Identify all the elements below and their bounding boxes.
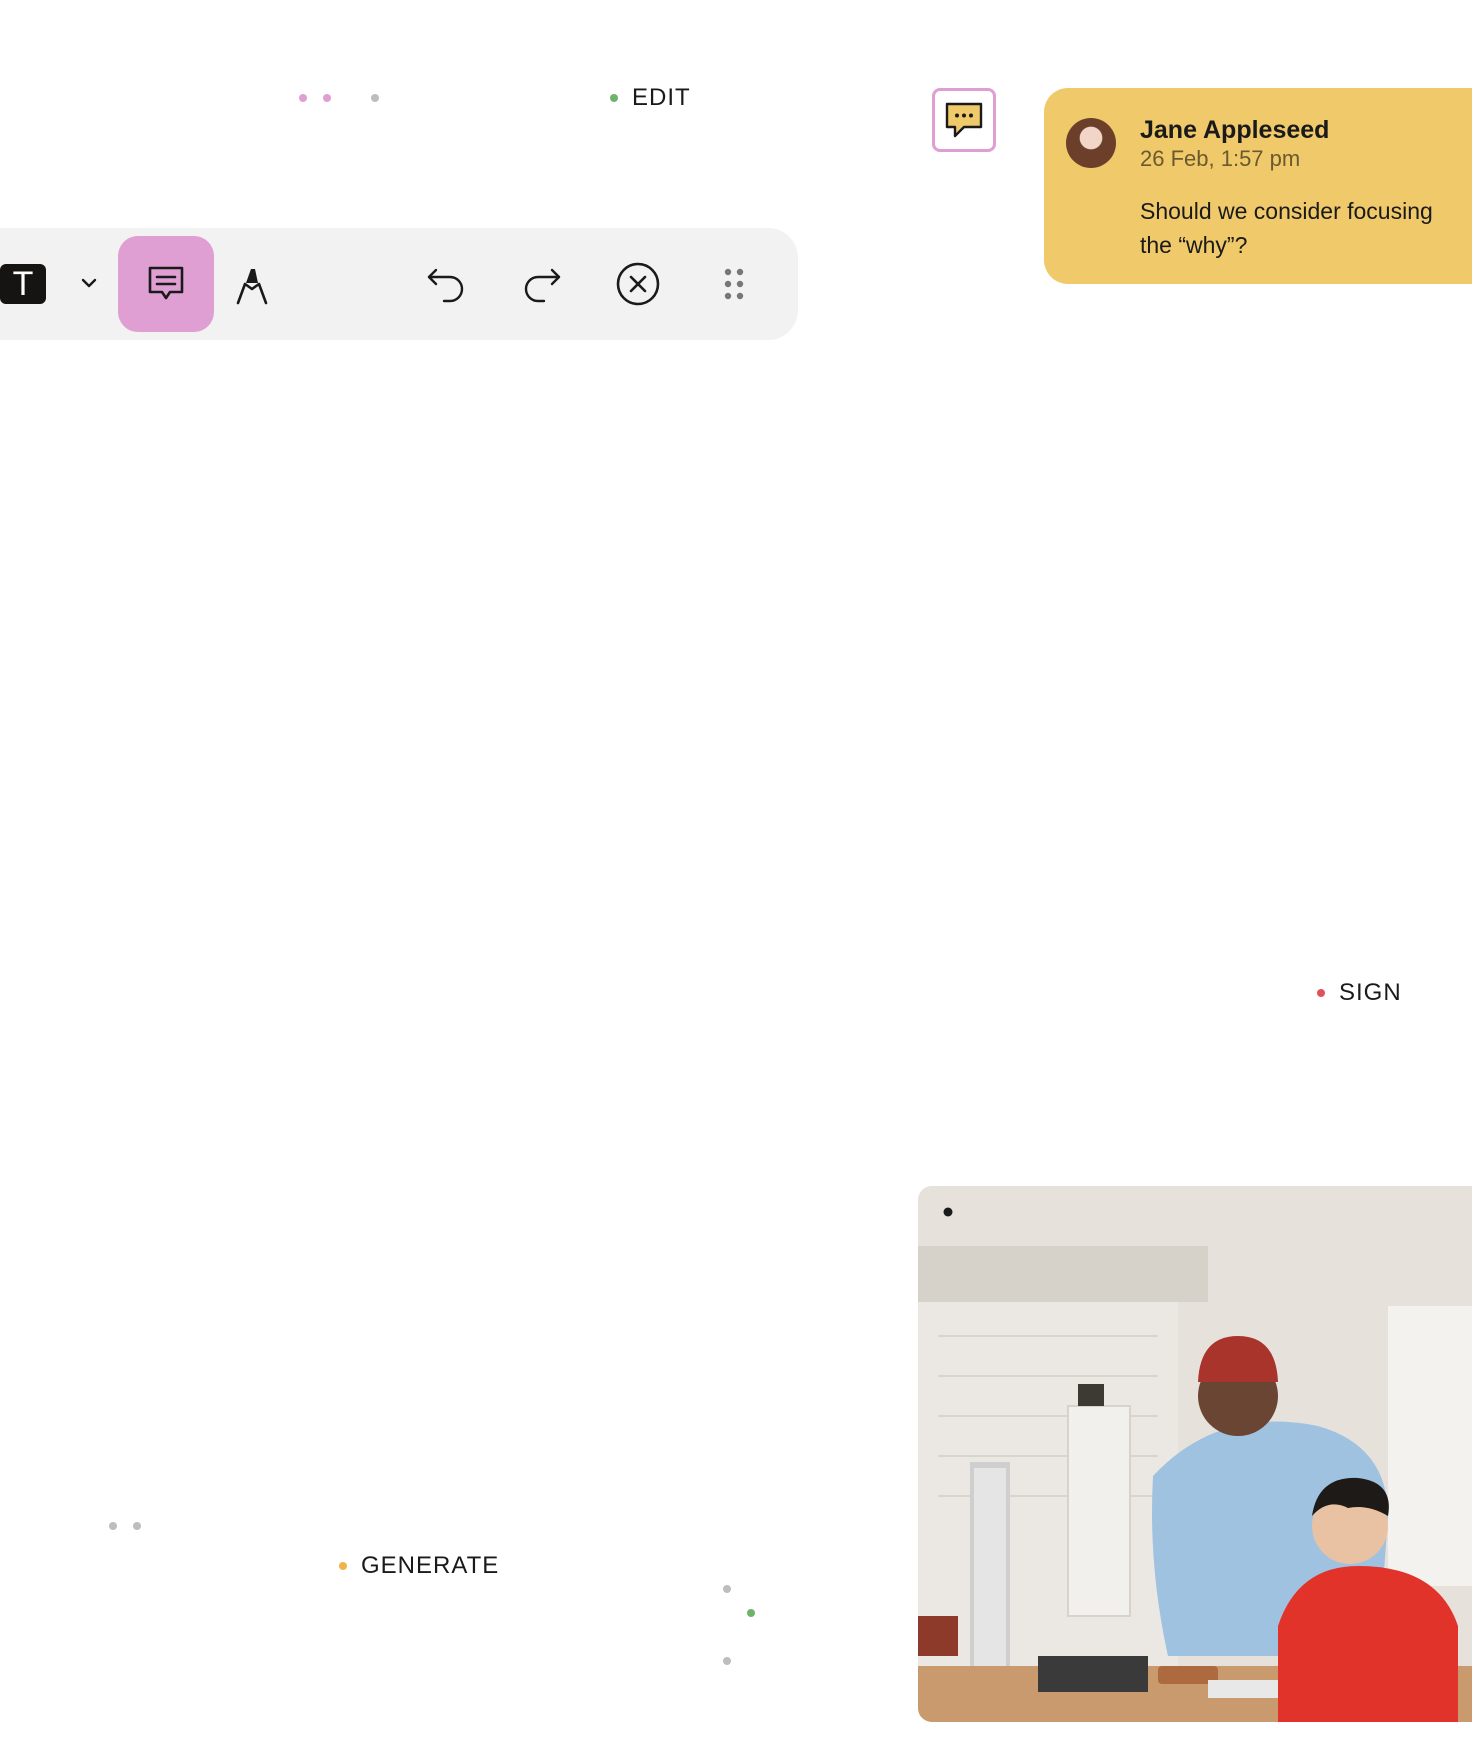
- decor-dot: [371, 94, 379, 102]
- redo-button[interactable]: [508, 250, 576, 318]
- sign-text: SIGN: [1339, 979, 1402, 1006]
- decor-dot: [133, 1522, 141, 1530]
- decor-dot: [109, 1522, 117, 1530]
- speech-bubble-icon: [945, 102, 983, 138]
- comment-author: Jane Appleseed: [1140, 116, 1330, 144]
- undo-icon: [427, 268, 464, 303]
- comment-line-1: Should we consider focusing: [1140, 198, 1433, 224]
- comment-line-2: the “why”?: [1140, 232, 1248, 258]
- team-photo: [918, 1186, 1472, 1722]
- pen-tool-button[interactable]: [218, 250, 286, 318]
- decor-dot: [299, 94, 307, 102]
- text-tool-dropdown[interactable]: [74, 268, 104, 298]
- close-circle-icon: [616, 262, 660, 306]
- decor-dot: [747, 1609, 755, 1617]
- comment-icon: [148, 266, 184, 300]
- edit-label: EDIT: [610, 84, 691, 112]
- comment-tool-button[interactable]: [118, 236, 214, 332]
- generate-text: GENERATE: [361, 1552, 500, 1579]
- pen-icon: [236, 269, 268, 305]
- generate-label: GENERATE: [339, 1552, 499, 1580]
- comment-timestamp: 26 Feb, 1:57 pm: [1140, 146, 1301, 171]
- drag-handle-icon: [724, 268, 744, 300]
- chevron-down-icon: [81, 278, 97, 288]
- team-photo-illustration: [918, 1186, 1472, 1722]
- undo-button[interactable]: [412, 250, 480, 318]
- decor-dot: [723, 1657, 731, 1665]
- sign-label: SIGN: [1317, 979, 1402, 1007]
- edit-text: EDIT: [632, 84, 691, 111]
- comment-card: Jane Appleseed 26 Feb, 1:57 pm Should we…: [1044, 88, 1472, 284]
- generate-bullet: [339, 1562, 347, 1570]
- text-tool-icon: T: [12, 264, 34, 303]
- redo-icon: [524, 268, 561, 303]
- decor-dot: [723, 1585, 731, 1593]
- text-tool-button[interactable]: T: [0, 264, 46, 304]
- sign-bullet: [1317, 989, 1325, 997]
- avatar: [1066, 118, 1116, 168]
- comment-body: Should we consider focusing the “why”?: [1140, 194, 1472, 262]
- edit-bullet: [610, 94, 618, 102]
- close-button[interactable]: [604, 250, 672, 318]
- drag-handle[interactable]: [700, 250, 768, 318]
- annotation-toolbar: T: [0, 228, 798, 340]
- comment-marker[interactable]: [932, 88, 996, 152]
- decor-dot: [323, 94, 331, 102]
